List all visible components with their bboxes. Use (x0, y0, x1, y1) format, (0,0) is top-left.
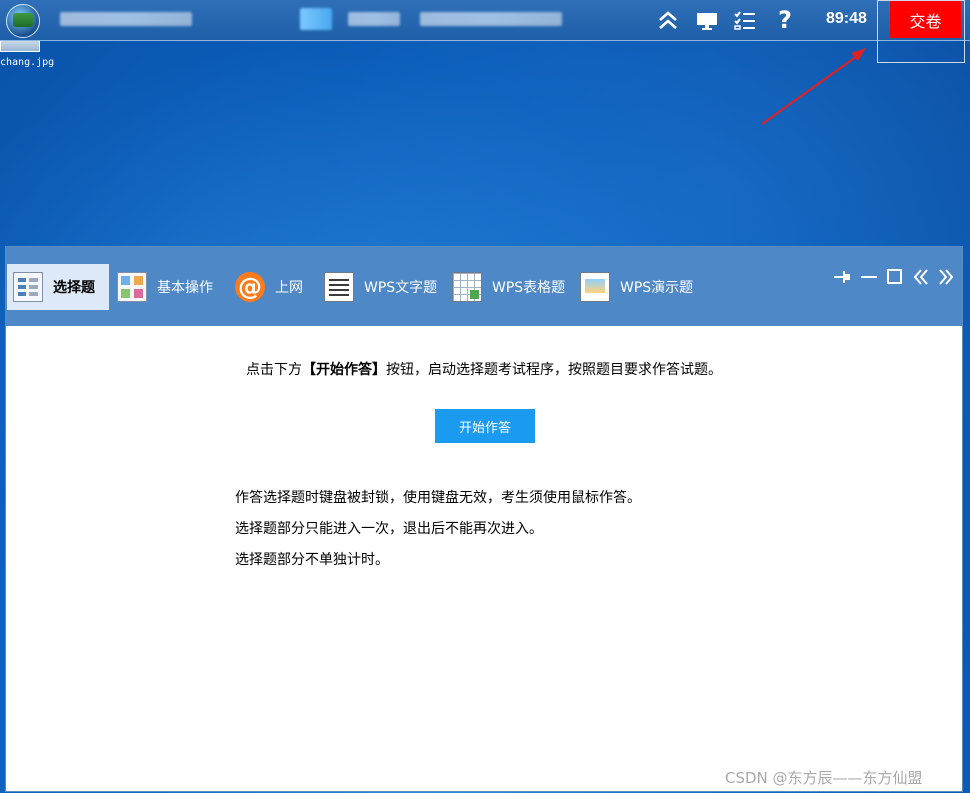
watermark: CSDN @东方辰——东方仙盟 (725, 769, 923, 787)
basic-ops-icon (117, 272, 147, 302)
instruction-suffix: 按钮，启动选择题考试程序，按照题目要求作答试题。 (386, 362, 722, 378)
instruction-emphasis: 【开始作答】 (302, 362, 386, 378)
desktop: chang.jpg ? 89:48 交卷 选择题 基本操作 @ 上网 WPS文字… (0, 0, 970, 793)
at-icon: @ (235, 272, 265, 302)
tab-label: WPS表格题 (492, 280, 566, 296)
choice-icon (13, 272, 43, 302)
collapse-left-icon[interactable] (910, 267, 932, 292)
tab-wps-writer[interactable]: WPS文字题 (318, 264, 437, 310)
tab-label: WPS演示题 (620, 280, 694, 296)
tab-label: WPS文字题 (364, 280, 438, 296)
tab-internet[interactable]: @ 上网 (229, 264, 303, 310)
tab-wps-presentation[interactable]: WPS演示题 (574, 264, 693, 310)
tab-choice[interactable]: 选择题 (7, 264, 109, 310)
start-answering-button[interactable]: 开始作答 (435, 409, 535, 443)
wps-spreadsheet-icon (452, 272, 482, 302)
expand-right-icon[interactable] (935, 267, 957, 292)
tab-label: 上网 (275, 280, 303, 296)
tab-wps-spreadsheet[interactable]: WPS表格题 (446, 264, 565, 310)
minimize-icon[interactable] (858, 267, 880, 292)
instruction-prefix: 点击下方 (246, 362, 302, 378)
instruction-text: 点击下方【开始作答】按钮，启动选择题考试程序，按照题目要求作答试题。 (6, 359, 962, 379)
maximize-icon[interactable] (884, 267, 906, 292)
exam-window: 选择题 基本操作 @ 上网 WPS文字题 WPS表格题 WPS演示题 点击下方【… (5, 246, 963, 792)
tab-basic-ops[interactable]: 基本操作 (111, 264, 213, 310)
wps-presentation-icon (580, 272, 610, 302)
question-type-tabbar: 选择题 基本操作 @ 上网 WPS文字题 WPS表格题 WPS演示题 (6, 247, 962, 326)
wps-writer-icon (324, 272, 354, 302)
tab-label: 选择题 (53, 280, 95, 296)
pin-icon[interactable] (831, 267, 853, 292)
note-single-entry: 选择题部分只能进入一次，退出后不能再次进入。 (235, 521, 543, 537)
note-no-separate-timer: 选择题部分不单独计时。 (235, 552, 389, 568)
tab-label: 基本操作 (157, 280, 213, 296)
note-keyboard-locked: 作答选择题时键盘被封锁，使用键盘无效，考生须使用鼠标作答。 (235, 490, 641, 506)
